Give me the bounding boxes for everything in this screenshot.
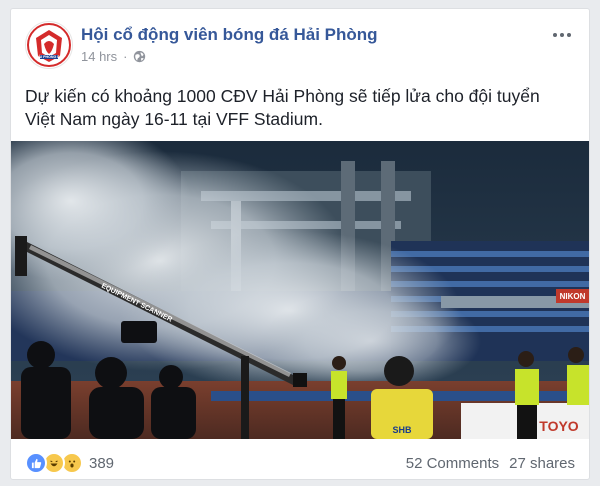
avatar-text: HẢI PHÒNG FC: [36, 54, 63, 59]
vest-sponsor-text: SHB: [392, 425, 412, 435]
globe-icon[interactable]: [133, 50, 146, 63]
post-header: HẢI PHÒNG FC Hội cổ động viên bóng đá Hả…: [25, 21, 575, 71]
comments-count-link[interactable]: 52 Comments: [406, 455, 499, 472]
post-timestamp[interactable]: 14 hrs: [81, 49, 117, 64]
reactions-summary[interactable]: 389: [25, 452, 114, 474]
post-card: HẢI PHÒNG FC Hội cổ động viên bóng đá Hả…: [10, 8, 590, 480]
like-icon: [25, 452, 47, 474]
post-photo[interactable]: NIKON TOYO EQUIPMENT SCANNER SHB: [11, 141, 589, 439]
stadium-photo: NIKON TOYO EQUIPMENT SCANNER SHB: [11, 141, 589, 439]
reaction-count: 389: [89, 454, 115, 472]
more-options-button[interactable]: [549, 27, 575, 43]
more-dot-icon: [567, 33, 571, 37]
more-dot-icon: [560, 33, 564, 37]
shares-count-link[interactable]: 27 shares: [509, 455, 575, 472]
post-text: Dự kiến có khoảng 1000 CĐV Hải Phòng sẽ …: [25, 86, 540, 129]
page-name-link[interactable]: Hội cổ động viên bóng đá Hải Phòng: [81, 25, 378, 45]
post-meta: 14 hrs ·: [81, 49, 146, 64]
page-logo: HẢI PHÒNG FC: [27, 23, 71, 67]
page-avatar[interactable]: HẢI PHÒNG FC: [25, 21, 73, 69]
post-footer: 389 52 Comments 27 shares: [25, 451, 575, 475]
right-ad-text: TOYO: [539, 418, 579, 434]
more-dot-icon: [553, 33, 557, 37]
stand-banner-text: NIKON: [560, 292, 586, 301]
